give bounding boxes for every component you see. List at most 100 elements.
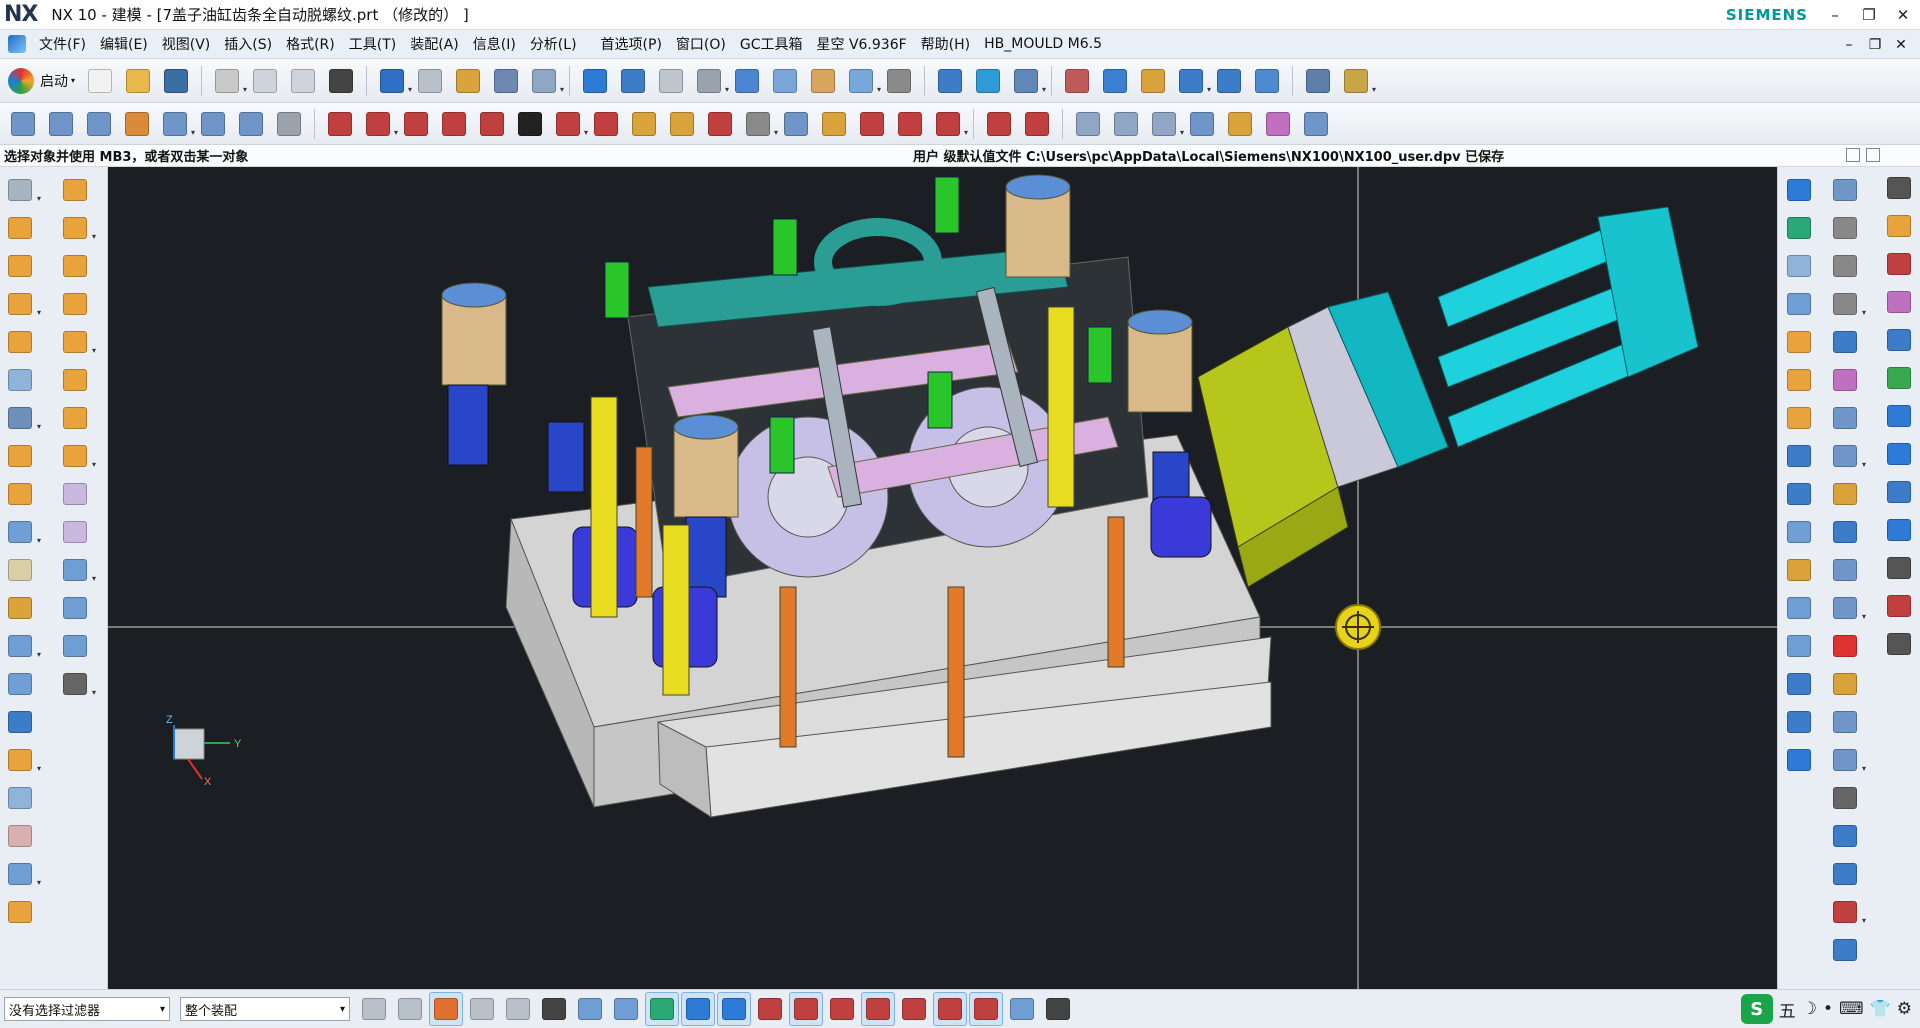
extend-sheet-icon[interactable] [1071,107,1105,141]
view-orient-icon[interactable]: ▾ [692,64,729,98]
select-feature-icon[interactable] [573,992,607,1026]
wave-icon[interactable] [1828,667,1862,701]
pattern-icon[interactable] [58,401,92,435]
layer-icon[interactable] [806,64,840,98]
grid-icon[interactable] [1041,992,1075,1026]
trim-corner-icon[interactable] [893,107,927,141]
component-icon[interactable] [1828,363,1862,397]
through-curves-icon[interactable] [44,107,78,141]
mirror-icon[interactable] [58,363,92,397]
menu-insert[interactable]: 插入(S) [217,34,279,54]
explode-icon[interactable] [1828,401,1862,435]
move-component-icon[interactable] [933,64,967,98]
restore-button[interactable]: ❐ [1852,0,1886,30]
point-on-curve-icon[interactable] [933,992,967,1026]
end-point-icon[interactable] [681,992,715,1026]
point-icon[interactable]: ▾ [1828,895,1866,929]
revolve-icon[interactable] [3,249,37,283]
menu-window[interactable]: 窗口(O) [669,34,733,54]
move-face-icon[interactable] [1782,211,1816,245]
circle-icon[interactable] [1828,933,1862,967]
constraint-face-icon[interactable] [1782,515,1816,549]
intersect-icon[interactable] [58,249,92,283]
quadrant-point-icon[interactable] [861,992,895,1026]
roles-icon[interactable] [1882,323,1916,357]
n-sided-icon[interactable]: ▾ [158,107,195,141]
ime-keyboard-icon[interactable]: ⌨ [1839,999,1864,1019]
mirror-face-icon[interactable] [1782,477,1816,511]
menu-tools[interactable]: 工具(T) [342,34,403,54]
check-icon[interactable] [1212,64,1246,98]
paste-face-icon[interactable] [1782,667,1816,701]
manufacturing-icon[interactable] [1882,551,1916,585]
open-icon[interactable] [121,64,155,98]
doc-restore-button[interactable]: ❐ [1862,30,1888,59]
assembly-navigator-icon[interactable]: ▾ [1828,287,1866,321]
intersection-point-icon[interactable] [789,992,823,1026]
swept-icon[interactable] [82,107,116,141]
rectangle-icon-2[interactable] [1828,781,1862,815]
selection-scope-select[interactable]: 整个装配 ▾ [180,997,350,1021]
layer-settings-icon[interactable]: ▾ [1009,64,1046,98]
start-button[interactable]: 启动 ▾ [0,67,81,94]
wireframe-icon[interactable] [768,64,802,98]
arc-center-icon[interactable] [825,992,859,1026]
join-curve-icon[interactable] [982,107,1016,141]
history-icon[interactable] [1882,475,1916,509]
scale-icon[interactable] [1301,64,1335,98]
surface-grid-icon[interactable] [6,107,40,141]
system-info-icon[interactable] [1882,399,1916,433]
menu-analysis[interactable]: 分析(L) [523,34,584,54]
boss-icon[interactable] [3,325,37,359]
measure-icon[interactable] [1136,64,1170,98]
cylinder-icon[interactable] [272,107,306,141]
help-icon[interactable] [1882,627,1916,661]
coordinate-icon[interactable] [1828,629,1862,663]
clip-icon[interactable] [58,629,92,663]
fit-icon-2[interactable] [58,591,92,625]
mid-point-icon[interactable] [717,992,751,1026]
part-navigator-icon[interactable] [1828,249,1862,283]
rectangle-icon[interactable] [437,107,471,141]
analysis-icon[interactable]: ▾ [1174,64,1211,98]
box-icon[interactable] [3,667,37,701]
select-filter-icon[interactable] [429,992,463,1026]
fit-icon[interactable] [578,64,612,98]
ime-moon-icon[interactable]: ☽ [1802,999,1817,1019]
palette-icon[interactable] [1882,361,1916,395]
trim-body-icon[interactable]: ▾ [3,743,41,777]
tolerance-icon[interactable] [1250,64,1284,98]
cursor-icon[interactable] [501,992,535,1026]
move-object-icon[interactable] [58,477,92,511]
block-icon[interactable] [3,477,37,511]
hole-icon[interactable]: ▾ [3,287,41,321]
enable-snap-icon[interactable] [645,992,679,1026]
measure-distance-icon[interactable]: ▾ [58,667,96,701]
trim-curve-icon[interactable] [817,107,851,141]
offset-face-icon[interactable] [3,819,37,853]
menu-edit[interactable]: 编辑(E) [93,34,155,54]
pad-icon[interactable]: ▾ [3,401,41,435]
studio-surface-icon[interactable] [120,107,154,141]
curve-from-icon[interactable]: ▾ [551,107,588,141]
reuse-library-icon[interactable] [1882,247,1916,281]
sew-icon[interactable]: ▾ [1147,107,1184,141]
wave-linker-icon[interactable] [1060,64,1094,98]
resize-blend-icon[interactable] [1782,325,1816,359]
minimize-button[interactable]: – [1818,0,1852,30]
constraint-icon[interactable] [1828,325,1862,359]
save-icon[interactable] [159,64,193,98]
snap-point-icon[interactable] [465,992,499,1026]
ime-skin-icon[interactable]: 👕 [1870,999,1891,1019]
sweep-section-icon[interactable] [779,107,813,141]
redo-icon[interactable] [413,64,447,98]
text-icon[interactable] [513,107,547,141]
combine-icon[interactable] [3,705,37,739]
window-icon[interactable]: ▾ [527,64,564,98]
new-icon[interactable] [83,64,117,98]
point-on-surface-icon[interactable] [969,992,1003,1026]
close-button[interactable]: ✕ [1886,0,1920,30]
touch-mode-icon[interactable] [489,64,523,98]
background-icon[interactable] [882,64,916,98]
doc-close-button[interactable]: ✕ [1888,30,1914,59]
